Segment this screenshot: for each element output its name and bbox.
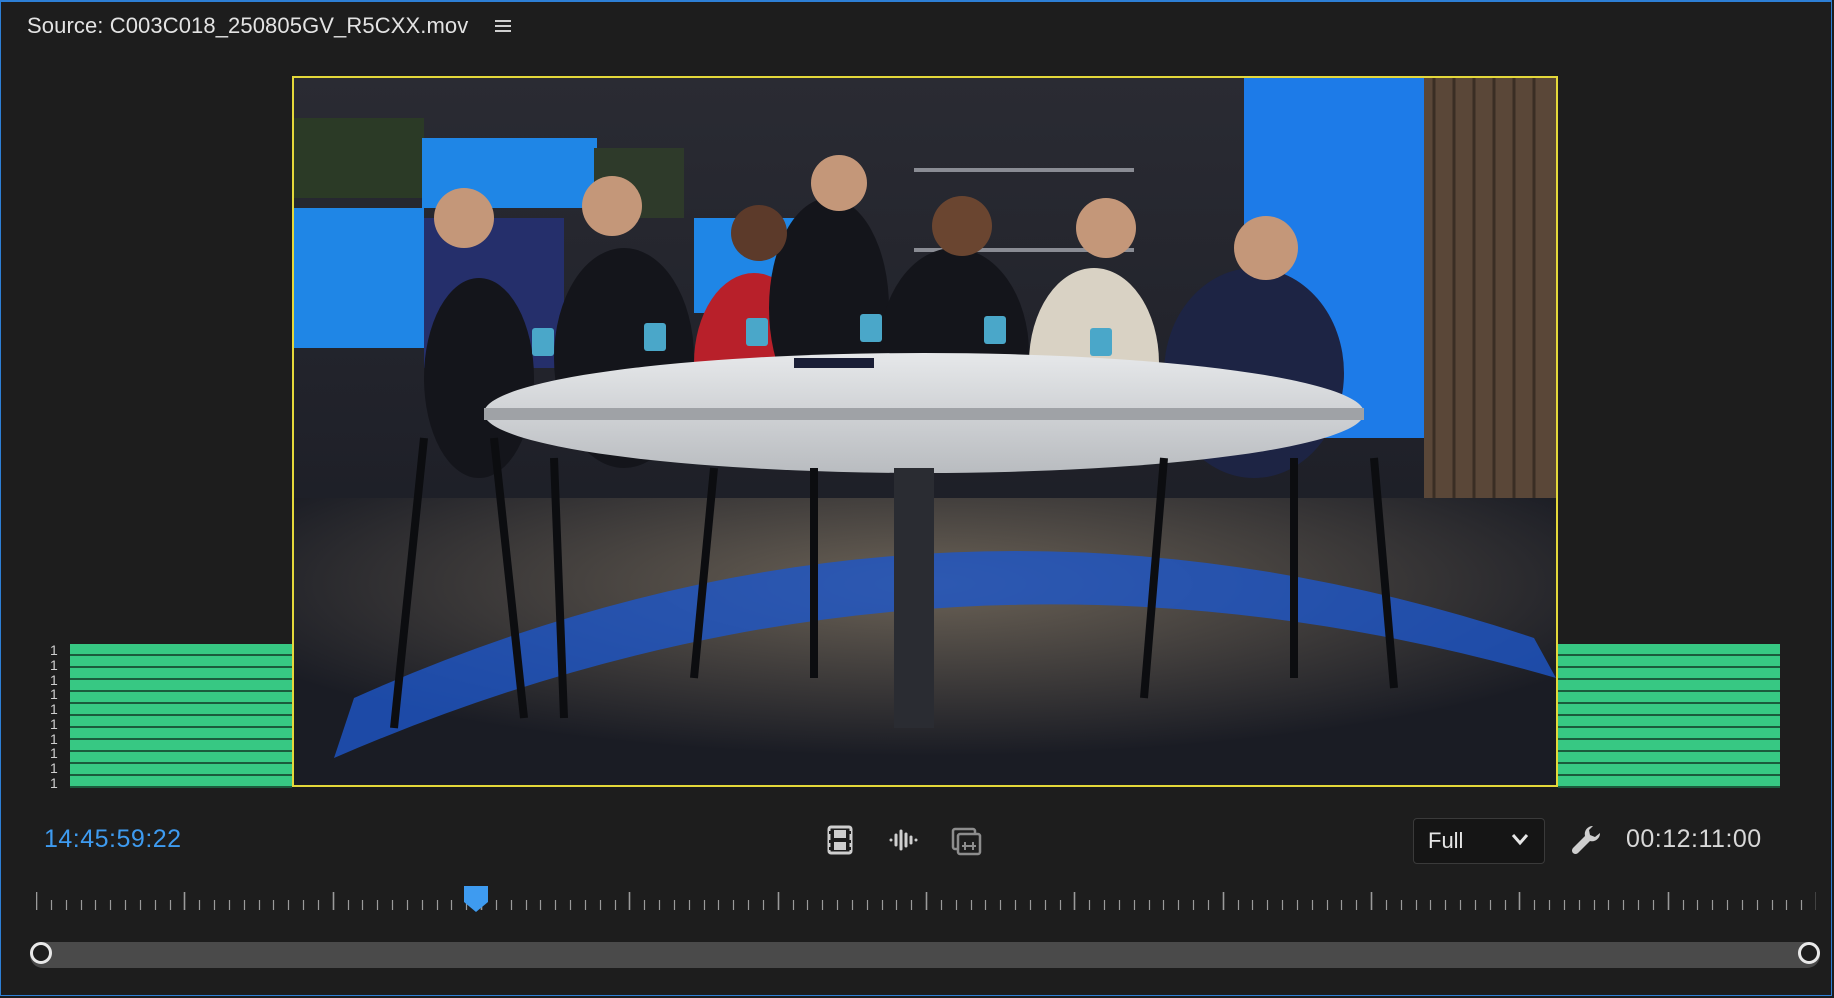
- meter-row: [70, 728, 292, 740]
- audio-channel-label: 1: [50, 745, 58, 762]
- meter-row: [70, 776, 292, 788]
- audio-channel-label: 1: [50, 774, 58, 791]
- meter-row: [70, 764, 292, 776]
- scrollbar-handle-left[interactable]: [30, 942, 52, 964]
- meter-row: [1558, 740, 1780, 752]
- meter-row: [1558, 704, 1780, 716]
- panel-title[interactable]: Source: C003C018_250805GV_R5CXX.mov: [27, 13, 468, 39]
- zoom-level-select[interactable]: Full: [1413, 818, 1545, 864]
- meter-row: [70, 680, 292, 692]
- meter-row: [1558, 764, 1780, 776]
- hamburger-menu-icon[interactable]: [494, 18, 512, 34]
- meter-row: [70, 668, 292, 680]
- meter-row: [70, 644, 292, 656]
- zoom-scrollbar[interactable]: [30, 942, 1820, 968]
- panel-header: Source: C003C018_250805GV_R5CXX.mov: [27, 12, 512, 40]
- audio-channel-label: 1: [50, 715, 58, 732]
- audio-channel-label: 1: [50, 642, 58, 658]
- current-timecode[interactable]: 14:45:59:22: [44, 825, 182, 854]
- meter-row: [70, 740, 292, 752]
- meter-row: [70, 752, 292, 764]
- zoom-level-value: Full: [1428, 828, 1464, 853]
- audio-channel-label: 1: [50, 701, 58, 718]
- meter-row: [70, 716, 292, 728]
- meter-row: [1558, 668, 1780, 680]
- time-ruler[interactable]: [36, 886, 1816, 916]
- meter-row: [1558, 716, 1780, 728]
- wrench-icon[interactable]: [1568, 822, 1604, 858]
- audio-channel-label: 1: [50, 730, 58, 747]
- playhead-marker[interactable]: [463, 886, 488, 914]
- audio-channel-label: 1: [50, 686, 58, 703]
- audio-meter-right: [1558, 644, 1780, 788]
- audio-channel-label: 1: [50, 671, 58, 688]
- meter-row: [1558, 644, 1780, 656]
- meter-row: [1558, 728, 1780, 740]
- duration-timecode: 00:12:11:00: [1626, 825, 1762, 853]
- meter-row: [70, 692, 292, 704]
- meter-row: [1558, 692, 1780, 704]
- chevron-down-icon: [1510, 829, 1530, 854]
- audio-meter-left: [70, 644, 292, 788]
- meter-row: [1558, 752, 1780, 764]
- film-strip-icon[interactable]: [824, 822, 856, 858]
- meter-row: [1558, 680, 1780, 692]
- video-viewer[interactable]: [292, 76, 1558, 787]
- audio-channel-labels: 1111111111: [50, 642, 64, 791]
- audio-waveform-icon[interactable]: [887, 822, 919, 858]
- audio-channel-label: 1: [50, 760, 58, 777]
- meter-row: [1558, 656, 1780, 668]
- video-frame-image: [294, 78, 1556, 785]
- meter-row: [70, 656, 292, 668]
- meter-row: [70, 704, 292, 716]
- insert-clip-icon[interactable]: [950, 822, 982, 858]
- audio-channel-label: 1: [50, 656, 58, 673]
- scrollbar-handle-right[interactable]: [1798, 942, 1820, 964]
- meter-row: [1558, 776, 1780, 788]
